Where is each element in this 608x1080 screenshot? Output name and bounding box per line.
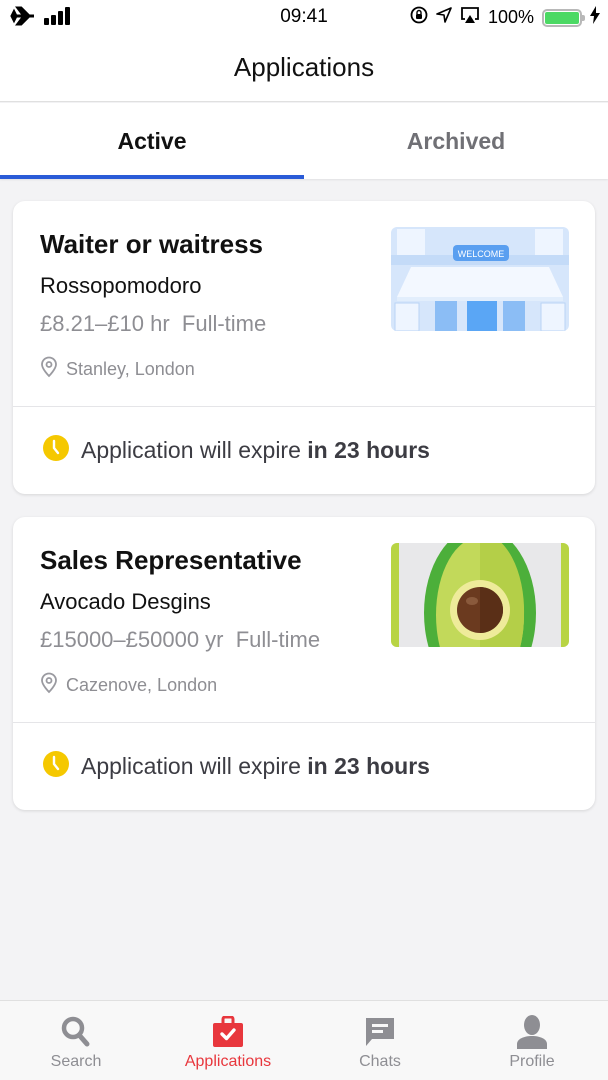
navigation-bar: Applications bbox=[0, 34, 608, 102]
salary: £15000–£50000 yr bbox=[40, 627, 224, 652]
bottom-tab-bar: Search Applications Chats Profile bbox=[0, 1000, 608, 1080]
clock-icon bbox=[43, 434, 69, 467]
rotation-lock-icon bbox=[410, 6, 428, 29]
airplay-icon bbox=[460, 6, 480, 29]
employment-type: Full-time bbox=[181, 311, 267, 336]
tab-bar-profile[interactable]: Profile bbox=[456, 1001, 608, 1080]
charging-icon bbox=[590, 6, 600, 29]
job-image-avocado bbox=[391, 543, 569, 647]
location: Stanley, London bbox=[40, 356, 195, 383]
location-pin-icon bbox=[40, 672, 58, 699]
job-title: Waiter or waitress bbox=[40, 229, 264, 259]
location-text: Cazenove, London bbox=[66, 675, 218, 695]
tab-bar-applications[interactable]: Applications bbox=[152, 1001, 304, 1080]
expiry-text: Application will expire in 23 hours bbox=[81, 753, 430, 779]
company-name: Rossopomodoro bbox=[40, 273, 202, 298]
job-image-shopfront: WELCOME bbox=[391, 227, 569, 331]
salary-and-type: £8.21–£10 hr Full-time bbox=[40, 311, 266, 337]
expiry-time: in 23 hours bbox=[307, 753, 430, 779]
status-bar: 09:41 100% bbox=[0, 0, 608, 34]
tab-archived[interactable]: Archived bbox=[304, 103, 608, 179]
company-name: Avocado Desgins bbox=[40, 589, 211, 614]
tab-bar-label: Applications bbox=[184, 1053, 272, 1070]
employment-type: Full-time bbox=[235, 627, 321, 652]
expiry-text: Application will expire in 23 hours bbox=[81, 437, 430, 463]
person-icon bbox=[516, 1015, 548, 1049]
salary: £8.21–£10 hr bbox=[40, 311, 170, 336]
location-arrow-icon bbox=[436, 7, 452, 28]
location-text: Stanley, London bbox=[66, 359, 195, 379]
chat-icon bbox=[364, 1015, 396, 1049]
svg-text:WELCOME: WELCOME bbox=[458, 249, 505, 259]
tab-bar-label: Chats bbox=[359, 1053, 401, 1070]
expiry-time: in 23 hours bbox=[307, 437, 430, 463]
page-title: Applications bbox=[233, 52, 375, 82]
job-title: Sales Representative bbox=[40, 545, 302, 575]
battery-icon bbox=[542, 8, 585, 27]
tab-bar-chats[interactable]: Chats bbox=[304, 1001, 456, 1080]
expiry-notice: Application will expire in 23 hours bbox=[13, 407, 595, 494]
tab-active[interactable]: Active bbox=[0, 103, 304, 179]
expiry-notice: Application will expire in 23 hours bbox=[13, 723, 595, 810]
salary-and-type: £15000–£50000 yr Full-time bbox=[40, 627, 320, 653]
location-pin-icon bbox=[40, 356, 58, 383]
tab-bar-label: Profile bbox=[509, 1053, 555, 1070]
tab-bar-search[interactable]: Search bbox=[0, 1001, 152, 1080]
application-card[interactable]: Waiter or waitress Rossopomodoro £8.21–£… bbox=[13, 201, 595, 494]
clock-icon bbox=[43, 750, 69, 783]
application-card[interactable]: Sales Representative Avocado Desgins £15… bbox=[13, 517, 595, 810]
tab-bar-label: Search bbox=[50, 1053, 102, 1070]
briefcase-check-icon bbox=[212, 1015, 244, 1049]
location: Cazenove, London bbox=[40, 672, 217, 699]
segmented-tabs: Active Archived bbox=[0, 103, 608, 179]
battery-percent: 100% bbox=[487, 7, 534, 27]
search-icon bbox=[61, 1015, 91, 1049]
